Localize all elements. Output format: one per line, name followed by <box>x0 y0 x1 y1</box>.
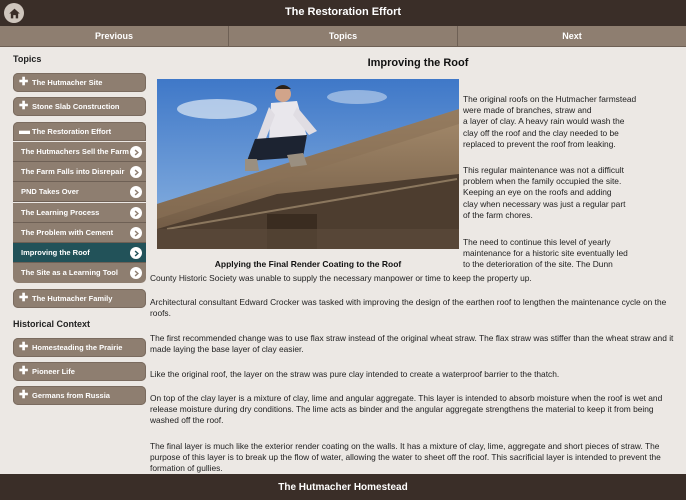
paragraph-5: The first recommended change was to use … <box>150 333 674 355</box>
text-line: a layer of clay. A heavy rain would wash… <box>463 116 625 127</box>
plus-icon: ✚ <box>19 76 29 88</box>
topic-hutmacher-family[interactable]: ✚ The Hutmacher Family <box>13 289 146 308</box>
plus-icon: ✚ <box>19 341 29 353</box>
text-line: of the farm chores. <box>463 209 533 220</box>
subtopic-item[interactable]: The Problem with Cement <box>13 223 146 243</box>
next-button[interactable]: Next <box>458 26 686 46</box>
subtopic-label: The Farm Falls into Disrepair <box>21 167 125 176</box>
topic-hutmacher-site[interactable]: ✚ The Hutmacher Site <box>13 73 146 92</box>
plus-icon: ✚ <box>19 292 29 304</box>
paragraph-4: Architectural consultant Edward Crocker … <box>150 297 667 319</box>
sidebar: Topics ✚ The Hutmacher Site ✚ Stone Slab… <box>0 47 150 474</box>
paragraph-3: The need to continue this level of yearl… <box>463 237 628 271</box>
chevron-right-icon <box>130 166 142 178</box>
topics-heading: Topics <box>13 54 42 64</box>
content-area: Improving the Roof Applying the Final Re… <box>150 47 686 474</box>
chevron-right-icon <box>130 247 142 259</box>
topic-label: The Restoration Effort <box>32 127 112 136</box>
text-line: clay off the roof and the clay needed to… <box>463 127 619 138</box>
title-bar: The Restoration Effort <box>0 0 686 26</box>
paragraph-3-continued: County Historic Society was unable to su… <box>150 273 532 283</box>
subtopic-item-active[interactable]: Improving the Roof <box>13 243 146 263</box>
text-line: problem when the family occupied the sit… <box>463 176 622 187</box>
page-header-title: The Restoration Effort <box>284 6 402 18</box>
topic-stone-slab[interactable]: ✚ Stone Slab Construction <box>13 97 146 116</box>
chevron-right-icon <box>130 227 142 239</box>
topic-label: The Hutmacher Family <box>32 294 113 303</box>
text-line: Keeping an eye on the roofs and adding <box>463 187 612 198</box>
chevron-right-icon <box>130 186 142 198</box>
topics-button[interactable]: Topics <box>229 26 458 46</box>
topic-label: The Hutmacher Site <box>32 78 103 87</box>
topic-label: Pioneer Life <box>32 367 75 376</box>
topic-label: Germans from Russia <box>32 391 110 400</box>
subtopic-item[interactable]: The Learning Process <box>13 203 146 223</box>
paragraph-7: On top of the clay layer is a mixture of… <box>150 393 663 426</box>
topic-germans-russia[interactable]: ✚ Germans from Russia <box>13 386 146 405</box>
subtopic-item[interactable]: The Site as a Learning Tool <box>13 263 146 283</box>
text-line: maintenance for a historic site eventual… <box>463 248 628 259</box>
minus-icon: ▬ <box>19 125 30 137</box>
paragraph-6: Like the original roof, the layer on the… <box>150 369 560 379</box>
topic-homesteading[interactable]: ✚ Homesteading the Prairie <box>13 338 146 357</box>
plus-icon: ✚ <box>19 389 29 401</box>
chevron-right-icon <box>130 207 142 219</box>
subtopic-label: The Problem with Cement <box>21 228 114 237</box>
subtopic-label: The Hutmachers Sell the Farm <box>21 147 129 156</box>
nav-bar: Previous Topics Next <box>0 26 686 47</box>
subtopic-label: Improving the Roof <box>21 248 90 257</box>
topic-label: Stone Slab Construction <box>32 102 120 111</box>
text-line: This regular maintenance was not a diffi… <box>463 165 624 175</box>
plus-icon: ✚ <box>19 365 29 377</box>
text-line: The need to continue this level of yearl… <box>463 237 611 247</box>
text-line: The original roofs on the Hutmacher farm… <box>463 94 637 104</box>
topic-label: Homesteading the Prairie <box>32 343 123 352</box>
subtopic-item[interactable]: PND Takes Over <box>13 182 146 202</box>
text-line: to the deterioration of the site. The Du… <box>463 259 613 270</box>
plus-icon: ✚ <box>19 100 29 112</box>
topic-pioneer-life[interactable]: ✚ Pioneer Life <box>13 362 146 381</box>
chevron-right-icon <box>130 267 142 279</box>
subtopic-item[interactable]: The Hutmachers Sell the Farm <box>13 142 146 162</box>
footer-title: The Hutmacher Homestead <box>278 482 408 493</box>
text-line: were made of branches, straw and <box>463 105 592 116</box>
text-line: replaced to prevent the roof from leakin… <box>463 138 616 149</box>
paragraph-8: The final layer is much like the exterio… <box>150 441 661 474</box>
paragraph-1: The original roofs on the Hutmacher farm… <box>463 94 636 150</box>
previous-button[interactable]: Previous <box>0 26 229 46</box>
subtopic-label: The Site as a Learning Tool <box>21 268 118 277</box>
subtopic-label: The Learning Process <box>21 208 100 217</box>
paragraph-2: This regular maintenance was not a diffi… <box>463 165 625 221</box>
subtopic-item[interactable]: The Farm Falls into Disrepair <box>13 162 146 182</box>
subtopic-label: PND Takes Over <box>21 187 79 196</box>
roof-photo <box>157 79 459 249</box>
photo-caption: Applying the Final Render Coating to the… <box>214 259 402 269</box>
article-title: Improving the Roof <box>367 57 469 69</box>
text-line: clay when necessary was just a regular p… <box>463 198 626 209</box>
footer-bar: The Hutmacher Homestead <box>0 474 686 500</box>
chevron-right-icon <box>130 146 142 158</box>
historical-context-heading: Historical Context <box>13 319 91 329</box>
topic-restoration-effort[interactable]: ▬ The Restoration Effort <box>13 122 146 141</box>
